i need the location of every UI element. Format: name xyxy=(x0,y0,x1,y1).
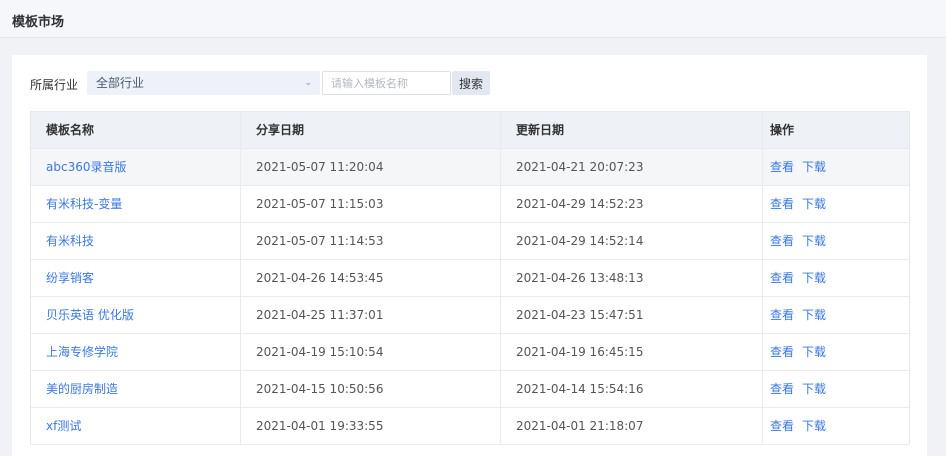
table-row: 有米科技-变量 2021-05-07 11:15:03 2021-04-29 14:… xyxy=(31,186,909,223)
row-cell-actions: 查看 下载 xyxy=(763,149,909,185)
industry-select-value: 全部行业 xyxy=(96,76,145,90)
industry-filter-label: 所属行业 xyxy=(30,78,79,92)
view-button[interactable]: 查看 xyxy=(770,345,794,359)
download-button[interactable]: 下载 xyxy=(802,197,826,211)
template-name-link[interactable]: abc360录音版 xyxy=(46,160,126,174)
row-cell-name: 美的厨房制造 xyxy=(31,371,241,407)
download-button[interactable]: 下载 xyxy=(802,271,826,285)
column-header-name: 模板名称 xyxy=(31,112,241,148)
row-cell-name: 纷享销客 xyxy=(31,260,241,296)
column-header-updated-date: 更新日期 xyxy=(501,112,763,148)
download-button[interactable]: 下载 xyxy=(802,308,826,322)
table-row: abc360录音版 2021-05-07 11:20:04 2021-04-21 2… xyxy=(31,149,909,186)
template-name-link[interactable]: 纷享销客 xyxy=(46,271,94,285)
row-cell-name: xf测试 xyxy=(31,408,241,444)
page-title: 模板市场 xyxy=(12,15,65,30)
view-button[interactable]: 查看 xyxy=(770,197,794,211)
column-header-actions: 操作 xyxy=(770,123,795,137)
row-cell-actions: 查看 下载 xyxy=(763,408,909,444)
row-cell-updated-date: 2021-04-29 14:52:23 xyxy=(501,186,763,222)
row-cell-name: 有米科技 xyxy=(31,223,241,259)
row-cell-updated-date: 2021-04-29 14:52:14 xyxy=(501,223,763,259)
row-cell-shared-date: 2021-04-15 10:50:56 xyxy=(241,371,501,407)
template-table: 模板名称 分享日期 更新日期 操作 abc360录音版 2021-05-07 11… xyxy=(30,111,910,445)
row-cell-actions: 查看 下载 xyxy=(763,334,909,370)
view-button[interactable]: 查看 xyxy=(770,160,794,174)
row-cell-updated-date: 2021-04-26 13:48:13 xyxy=(501,260,763,296)
row-cell-name: 有米科技-变量 xyxy=(31,186,241,222)
row-cell-shared-date: 2021-05-07 11:15:03 xyxy=(241,186,501,222)
row-cell-updated-date: 2021-04-21 20:07:23 xyxy=(501,149,763,185)
template-name-link[interactable]: xf测试 xyxy=(46,419,81,433)
row-cell-shared-date: 2021-04-01 19:33:55 xyxy=(241,408,501,444)
download-button[interactable]: 下载 xyxy=(802,419,826,433)
view-button[interactable]: 查看 xyxy=(770,382,794,396)
search-button[interactable]: 搜索 xyxy=(452,71,490,95)
row-cell-actions: 查看 下载 xyxy=(763,186,909,222)
table-row: 美的厨房制造 2021-04-15 10:50:56 2021-04-14 15:5… xyxy=(31,371,909,408)
row-cell-updated-date: 2021-04-19 16:45:15 xyxy=(501,334,763,370)
table-row: 纷享销客 2021-04-26 14:53:45 2021-04-26 13:48:… xyxy=(31,260,909,297)
row-cell-shared-date: 2021-04-19 15:10:54 xyxy=(241,334,501,370)
row-cell-name: 上海专修学院 xyxy=(31,334,241,370)
view-button[interactable]: 查看 xyxy=(770,234,794,248)
template-name-link[interactable]: 上海专修学院 xyxy=(46,345,118,359)
table-row: xf测试 2021-04-01 19:33:55 2021-04-01 21:18:… xyxy=(31,408,909,445)
row-cell-updated-date: 2021-04-01 21:18:07 xyxy=(501,408,763,444)
top-bar: 模板市场 xyxy=(0,0,946,38)
table-header-row: 模板名称 分享日期 更新日期 操作 xyxy=(31,112,909,149)
table-row: 上海专修学院 2021-04-19 15:10:54 2021-04-19 16:4… xyxy=(31,334,909,371)
template-name-link[interactable]: 贝乐英语 优化版 xyxy=(46,308,134,322)
download-button[interactable]: 下载 xyxy=(802,234,826,248)
table-row: 有米科技 2021-05-07 11:14:53 2021-04-29 14:52:… xyxy=(31,223,909,260)
download-button[interactable]: 下载 xyxy=(802,160,826,174)
table-row: 贝乐英语 优化版 2021-04-25 11:37:01 2021-04-23 15… xyxy=(31,297,909,334)
template-name-link[interactable]: 美的厨房制造 xyxy=(46,382,118,396)
page-scrollbar[interactable] xyxy=(940,55,946,456)
row-cell-updated-date: 2021-04-23 15:47:51 xyxy=(501,297,763,333)
template-name-link[interactable]: 有米科技 xyxy=(46,234,94,248)
row-cell-shared-date: 2021-04-25 11:37:01 xyxy=(241,297,501,333)
row-cell-actions: 查看 下载 xyxy=(763,297,909,333)
row-cell-updated-date: 2021-04-14 15:54:16 xyxy=(501,371,763,407)
row-cell-actions: 查看 下载 xyxy=(763,371,909,407)
chevron-down-icon: ⌄ xyxy=(304,78,312,88)
column-header-shared-date: 分享日期 xyxy=(241,112,501,148)
row-cell-name: 贝乐英语 优化版 xyxy=(31,297,241,333)
row-cell-shared-date: 2021-05-07 11:14:53 xyxy=(241,223,501,259)
template-name-link[interactable]: 有米科技-变量 xyxy=(46,197,122,211)
template-name-search-input[interactable] xyxy=(322,71,451,95)
view-button[interactable]: 查看 xyxy=(770,308,794,322)
download-button[interactable]: 下载 xyxy=(802,345,826,359)
row-cell-shared-date: 2021-05-07 11:20:04 xyxy=(241,149,501,185)
row-cell-name: abc360录音版 xyxy=(31,149,241,185)
row-cell-shared-date: 2021-04-26 14:53:45 xyxy=(241,260,501,296)
industry-select[interactable]: 全部行业 ⌄ xyxy=(87,71,320,95)
row-cell-actions: 查看 下载 xyxy=(763,260,909,296)
view-button[interactable]: 查看 xyxy=(770,419,794,433)
view-button[interactable]: 查看 xyxy=(770,271,794,285)
row-cell-actions: 查看 下载 xyxy=(763,223,909,259)
download-button[interactable]: 下载 xyxy=(802,382,826,396)
template-market-panel: 所属行业 全部行业 ⌄ 搜索 模板名称 分享日期 更新日期 操作 abc360录… xyxy=(12,55,927,456)
